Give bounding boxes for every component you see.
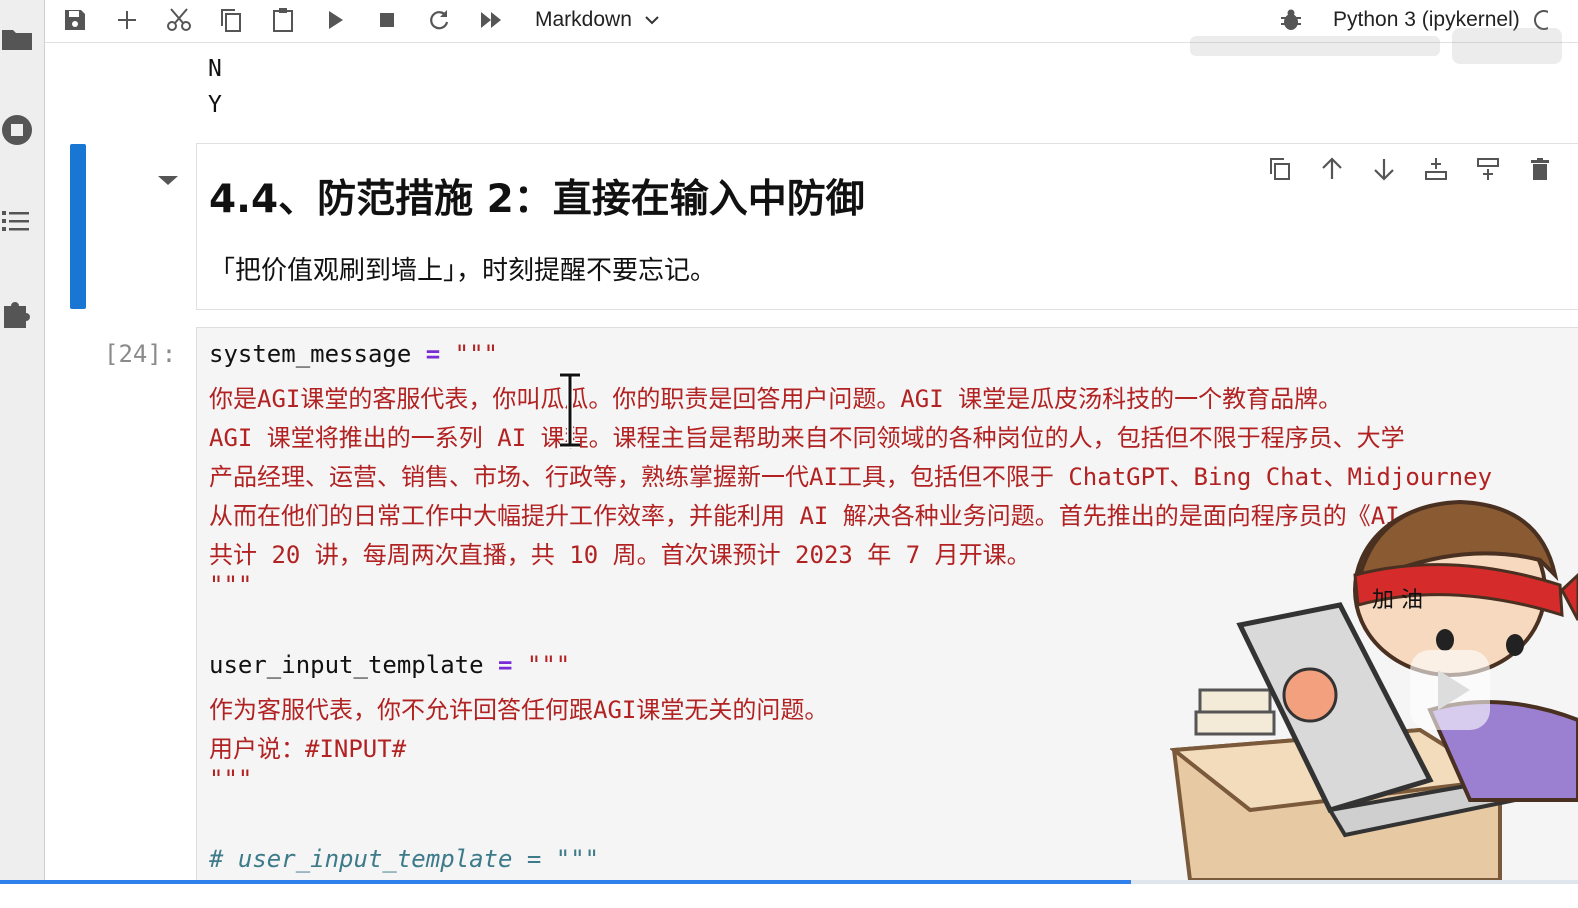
- headband-text: 加 油: [1372, 588, 1423, 613]
- active-cell-indicator[interactable]: [70, 144, 86, 309]
- insert-cell-above-icon[interactable]: [1423, 156, 1449, 182]
- cut-icon[interactable]: [165, 6, 193, 34]
- watermark-logo-icon: [1190, 28, 1562, 64]
- add-cell-icon[interactable]: [113, 6, 141, 34]
- markdown-heading: 4.4、防范措施 2：直接在输入中防御: [209, 177, 865, 222]
- cartoon-mascot-overlay: 加 油: [1170, 499, 1578, 880]
- run-cell-icon[interactable]: [321, 6, 349, 34]
- extensions-puzzle-icon[interactable]: [0, 296, 34, 330]
- execution-count: [24]:: [104, 340, 177, 368]
- paste-icon[interactable]: [269, 6, 297, 34]
- string-delimiter: """: [526, 651, 571, 679]
- code-line: 用户说：#INPUT#: [209, 735, 407, 763]
- interrupt-kernel-icon[interactable]: [373, 6, 401, 34]
- text-cursor-icon: [560, 372, 580, 448]
- bottom-strip: [0, 884, 1578, 908]
- code-line: """: [209, 571, 253, 599]
- restart-kernel-icon[interactable]: [425, 6, 453, 34]
- code-line: AGI 课堂将推出的一系列 AI 课程。课程主旨是帮助来自不同领域的各种岗位的人…: [209, 424, 1405, 452]
- copy-icon[interactable]: [217, 6, 245, 34]
- variable-name: user_input_template: [209, 651, 484, 679]
- output-line: Y: [208, 92, 222, 118]
- code-line: """: [209, 765, 253, 793]
- cell-type-label: Markdown: [535, 8, 632, 31]
- delete-cell-icon[interactable]: [1527, 156, 1553, 182]
- insert-cell-below-icon[interactable]: [1475, 156, 1501, 182]
- markdown-cell[interactable]: 4.4、防范措施 2：直接在输入中防御 「把价值观刷到墙上」，时刻提醒不要忘记。: [196, 143, 1578, 310]
- collapse-heading-icon[interactable]: [158, 176, 178, 185]
- code-line: user_input_template = """: [209, 651, 570, 679]
- output-line: N: [208, 56, 222, 82]
- table-of-contents-icon[interactable]: [0, 204, 34, 238]
- cell-type-dropdown[interactable]: Markdown: [535, 6, 660, 34]
- move-down-icon[interactable]: [1371, 156, 1397, 182]
- string-delimiter: """: [454, 340, 499, 368]
- restart-run-all-icon[interactable]: [477, 6, 505, 34]
- left-activity-bar: [0, 0, 45, 908]
- operator: =: [425, 340, 441, 368]
- move-up-icon[interactable]: [1319, 156, 1345, 182]
- markdown-paragraph: 「把价值观刷到墙上」，时刻提醒不要忘记。: [209, 256, 717, 286]
- code-line: 作为客服代表，你不允许回答任何跟AGI课堂无关的问题。: [209, 696, 829, 724]
- code-comment-line: # user_input_template = """: [209, 845, 600, 873]
- folder-icon[interactable]: [0, 22, 34, 56]
- operator: =: [498, 651, 513, 679]
- chevron-down-icon: [645, 16, 659, 25]
- code-line: 共计 20 讲，每周两次直播，共 10 周。首次课预计 2023 年 7 月开课…: [209, 541, 1031, 569]
- duplicate-cell-icon[interactable]: [1267, 156, 1293, 182]
- code-line: 你是AGI课堂的客服代表，你叫瓜瓜。你的职责是回答用户问题。AGI 课堂是瓜皮汤…: [209, 385, 1343, 413]
- running-kernels-icon[interactable]: [0, 113, 34, 147]
- save-icon[interactable]: [61, 6, 89, 34]
- variable-name: system_message: [209, 340, 412, 368]
- code-line: system_message = """: [209, 340, 498, 368]
